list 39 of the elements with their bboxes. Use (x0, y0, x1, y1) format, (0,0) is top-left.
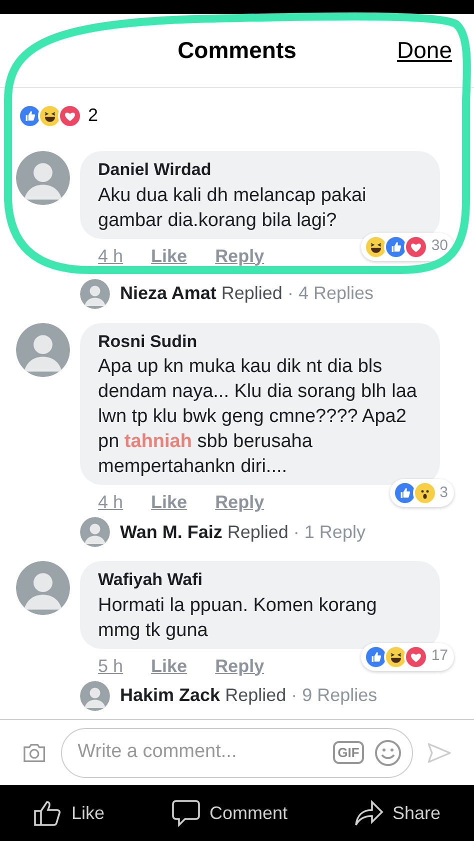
action-button[interactable]: Share (354, 799, 440, 827)
reaction-summary[interactable]: 17 (361, 642, 454, 670)
avatar (80, 278, 110, 308)
avatar (80, 517, 110, 547)
comment-text: Aku dua kali dh melancap pakai gambar dia.korang bila lagi? (98, 184, 368, 232)
like-link[interactable]: Like (151, 491, 188, 513)
reaction-summary[interactable]: 3 (390, 479, 454, 507)
header-title: Comments (178, 36, 296, 66)
reaction-count: 2 (88, 104, 98, 127)
avatar (16, 151, 70, 205)
replies-link[interactable]: Hakim Zack Replied · 9 Replies (0, 676, 474, 710)
like-link[interactable]: Like (151, 244, 188, 266)
comment-time: 5 h (98, 654, 124, 676)
comment-text: Hormati la ppuan. Komen korang mmg tk guna (98, 594, 378, 642)
speech-bubble-icon (171, 799, 202, 827)
comment-time: 4 h (98, 491, 124, 513)
comment-text: Apa up kn muka kau dik nt dia bls dendam naya... Klu dia sorang blh laa lwn tp klu bwk geng cmne???? Apa2 pn tahniah sbb berusaha mempertahankn diri.... (98, 355, 418, 479)
reply-link[interactable]: Reply (215, 244, 264, 266)
replies-link[interactable]: Wan M. Faiz Replied · 1 Reply (0, 513, 474, 547)
like-link[interactable]: Like (151, 654, 188, 676)
reaction-summary[interactable]: 30 (361, 232, 454, 260)
action-button[interactable]: Like (33, 799, 104, 827)
action-button[interactable]: Comment (171, 799, 288, 827)
thumbs-up-icon (33, 799, 64, 827)
avatar (16, 561, 70, 615)
gif-button[interactable]: GIF (332, 740, 364, 764)
replies-link[interactable]: Nieza Amat Replied · 4 Replies (0, 266, 474, 308)
commenter-name[interactable]: Wafiyah Wafi (98, 567, 422, 592)
commenter-name[interactable]: Rosni Sudin (98, 328, 422, 354)
reply-link[interactable]: Reply (215, 654, 264, 676)
avatar (16, 322, 70, 376)
comment-field[interactable]: Write a comment... GIF (60, 728, 414, 778)
avatar (80, 680, 110, 710)
commenter-name[interactable]: Daniel Wirdad (98, 157, 422, 182)
comment-time: 4 h (98, 244, 124, 266)
done-button[interactable]: Done (397, 33, 452, 68)
reply-link[interactable]: Reply (215, 491, 264, 513)
emoji-icon[interactable] (374, 738, 402, 766)
share-arrow-icon (354, 799, 384, 827)
